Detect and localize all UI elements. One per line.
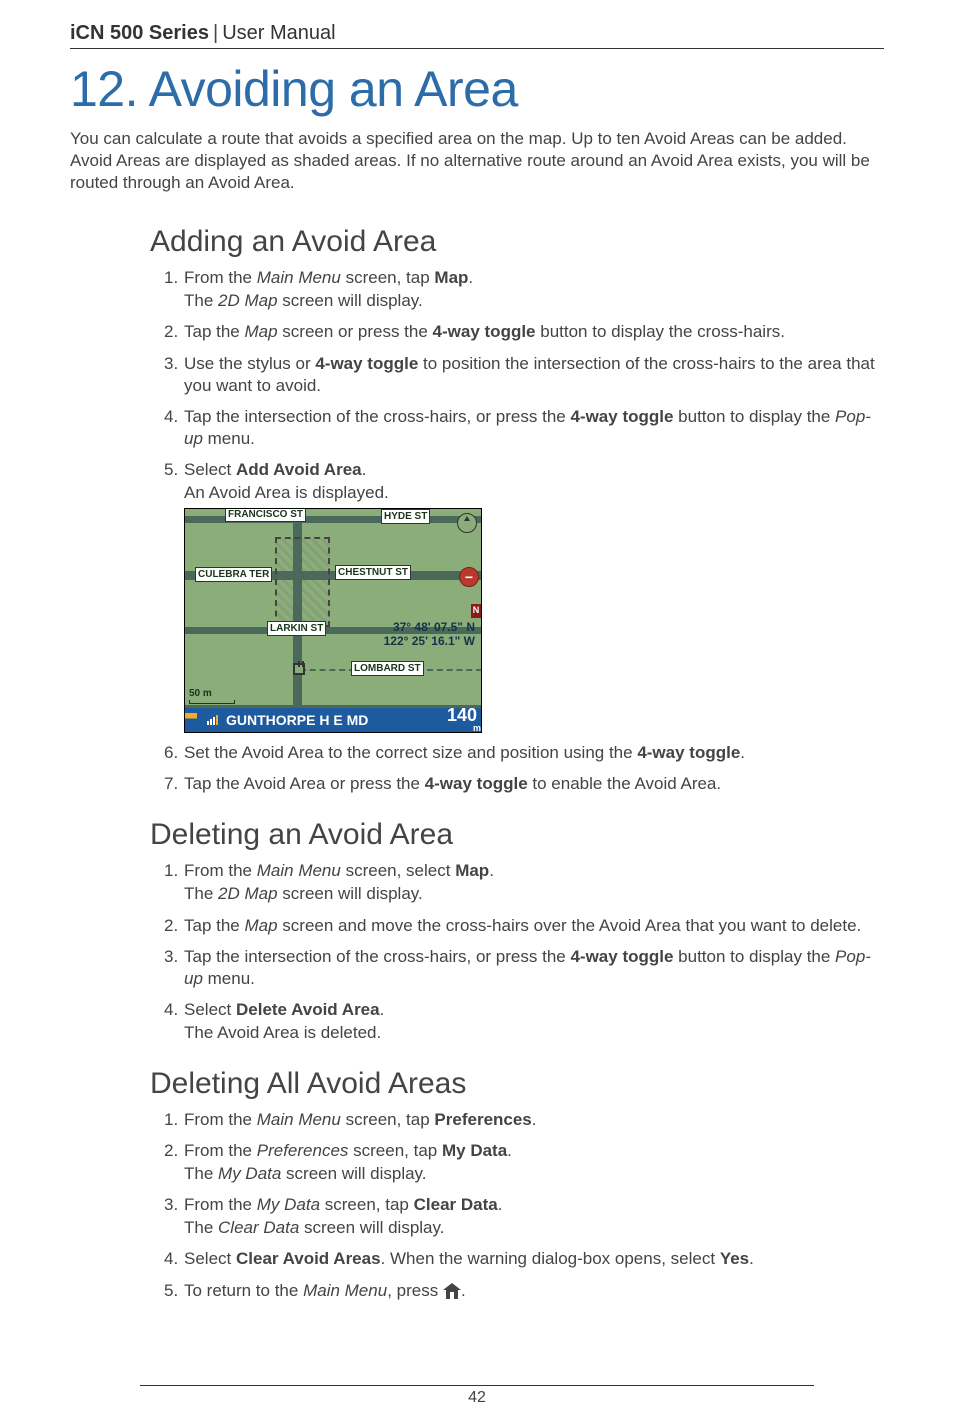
step-number: 4. (164, 999, 178, 1021)
scale-label: 50 m (189, 688, 212, 699)
street-label-chestnut: CHESTNUT ST (335, 565, 411, 580)
steps-deleting: 1. From the Main Menu screen, select Map.… (150, 860, 884, 1044)
step-number: 2. (164, 321, 178, 343)
street-label-lombard: LOMBARD ST (351, 661, 424, 676)
coord-lat: 37° 48' 07.5" N (384, 621, 475, 635)
street-label-larkin: LARKIN ST (267, 621, 326, 636)
page-number: 42 (468, 1389, 486, 1406)
step-5: 5. To return to the Main Menu, press . (164, 1280, 884, 1302)
product-name: iCN 500 Series (70, 20, 209, 46)
heading-adding: Adding an Avoid Area (150, 222, 884, 261)
step-number: 3. (164, 946, 178, 968)
step-sub: The 2D Map screen will display. (184, 290, 884, 312)
step-number: 3. (164, 353, 178, 375)
step-6: 6. Set the Avoid Area to the correct size… (164, 742, 884, 764)
step-7: 7. Tap the Avoid Area or press the 4-way … (164, 773, 884, 795)
step-3: 3. From the My Data screen, tap Clear Dat… (164, 1194, 884, 1239)
step-2: 2. From the Preferences screen, tap My Da… (164, 1140, 884, 1185)
step-number: 4. (164, 1248, 178, 1270)
step-body: Select Delete Avoid Area. (184, 1000, 384, 1019)
page-header: iCN 500 Series | User Manual (70, 20, 884, 49)
step-body: Tap the intersection of the cross-hairs,… (184, 947, 871, 988)
compass-icon[interactable] (457, 513, 477, 533)
scale-bar: 50 m (189, 687, 235, 704)
step-tail: . (461, 1281, 466, 1300)
map-status-bar: GUNTHORPE H E MD 140 m (185, 708, 481, 732)
coord-lon: 122° 25' 16.1" W (384, 635, 475, 649)
step-number: 7. (164, 773, 178, 795)
header-suffix: User Manual (222, 20, 335, 46)
step-number: 2. (164, 915, 178, 937)
page-title: 12. Avoiding an Area (70, 57, 884, 122)
map-screenshot: FRANCISCO ST HYDE ST CULEBRA TER CHESTNU… (184, 508, 884, 733)
step-number: 1. (164, 860, 178, 882)
home-icon (443, 1283, 461, 1299)
section-deleting: Deleting an Avoid Area 1. From the Main M… (150, 815, 884, 1044)
intro-paragraph: You can calculate a route that avoids a … (70, 128, 884, 194)
step-sub: The 2D Map screen will display. (184, 883, 884, 905)
map-view[interactable]: FRANCISCO ST HYDE ST CULEBRA TER CHESTNU… (184, 508, 482, 733)
step-number: 3. (164, 1194, 178, 1216)
section-adding: Adding an Avoid Area 1. From the Main Men… (150, 222, 884, 795)
step-body: Use the stylus or 4-way toggle to positi… (184, 354, 875, 395)
step-1: 1. From the Main Menu screen, tap Prefere… (164, 1109, 884, 1131)
distance-readout: 140 m (447, 706, 481, 733)
heading-deleting: Deleting an Avoid Area (150, 815, 884, 854)
step-body: Tap the Avoid Area or press the 4-way to… (184, 774, 721, 793)
step-1: 1. From the Main Menu screen, tap Map. The… (164, 267, 884, 312)
step-number: 5. (164, 459, 178, 481)
step-body: Select Clear Avoid Areas. When the warni… (184, 1249, 754, 1268)
step-body: Set the Avoid Area to the correct size a… (184, 743, 745, 762)
steps-deleting-all: 1. From the Main Menu screen, tap Prefere… (150, 1109, 884, 1302)
step-body: From the Main Menu screen, tap Preferenc… (184, 1110, 537, 1129)
step-number: 5. (164, 1280, 178, 1302)
step-body: Select Add Avoid Area. (184, 460, 366, 479)
street-label-hyde: HYDE ST (381, 509, 430, 524)
page-footer: 42 (140, 1385, 814, 1409)
step-sub: The Avoid Area is deleted. (184, 1022, 884, 1044)
section-deleting-all: Deleting All Avoid Areas 1. From the Main… (150, 1064, 884, 1302)
zoom-out-button[interactable]: − (459, 567, 479, 587)
step-number: 2. (164, 1140, 178, 1162)
step-3: 3. Use the stylus or 4-way toggle to posi… (164, 353, 884, 397)
step-body: To return to the Main Menu, press (184, 1281, 443, 1300)
step-3: 3. Tap the intersection of the cross-hair… (164, 946, 884, 990)
distance-value: 140 (447, 705, 481, 725)
gps-coordinates: 37° 48' 07.5" N 122° 25' 16.1" W (384, 621, 475, 649)
step-2: 2. Tap the Map screen and move the cross-… (164, 915, 884, 937)
signal-icon (207, 715, 218, 725)
step-5: 5. Select Add Avoid Area. An Avoid Area is… (164, 459, 884, 733)
step-4: 4. Tap the intersection of the cross-hair… (164, 406, 884, 450)
step-body: From the Preferences screen, tap My Data… (184, 1141, 512, 1160)
step-number: 1. (164, 1109, 178, 1131)
step-body: From the Main Menu screen, select Map. (184, 861, 494, 880)
step-body: Tap the Map screen or press the 4-way to… (184, 322, 785, 341)
street-label-culebra: CULEBRA TER (195, 567, 272, 582)
step-number: 1. (164, 267, 178, 289)
street-label-francisco: FRANCISCO ST (225, 508, 306, 522)
step-sub: The Clear Data screen will display. (184, 1217, 884, 1239)
avoid-area-box[interactable] (275, 537, 330, 627)
step-number: 6. (164, 742, 178, 764)
steps-adding: 1. From the Main Menu screen, tap Map. The… (150, 267, 884, 795)
crosshair-marker[interactable] (293, 663, 305, 675)
step-2: 2. Tap the Map screen or press the 4-way … (164, 321, 884, 343)
heading-deleting-all: Deleting All Avoid Areas (150, 1064, 884, 1103)
step-number: 4. (164, 406, 178, 428)
step-4: 4. Select Delete Avoid Area. The Avoid Are… (164, 999, 884, 1044)
step-sub: The My Data screen will display. (184, 1163, 884, 1185)
flag-icon (185, 713, 197, 727)
step-body: Tap the intersection of the cross-hairs,… (184, 407, 871, 448)
step-body: From the My Data screen, tap Clear Data. (184, 1195, 502, 1214)
north-indicator: N (471, 604, 481, 618)
step-body: Tap the Map screen and move the cross-ha… (184, 916, 861, 935)
current-road: GUNTHORPE H E MD (226, 711, 368, 729)
step-sub: An Avoid Area is displayed. (184, 482, 884, 504)
header-separator: | (213, 20, 218, 46)
step-body: From the Main Menu screen, tap Map. (184, 268, 473, 287)
step-4: 4. Select Clear Avoid Areas. When the war… (164, 1248, 884, 1270)
step-1: 1. From the Main Menu screen, select Map.… (164, 860, 884, 905)
